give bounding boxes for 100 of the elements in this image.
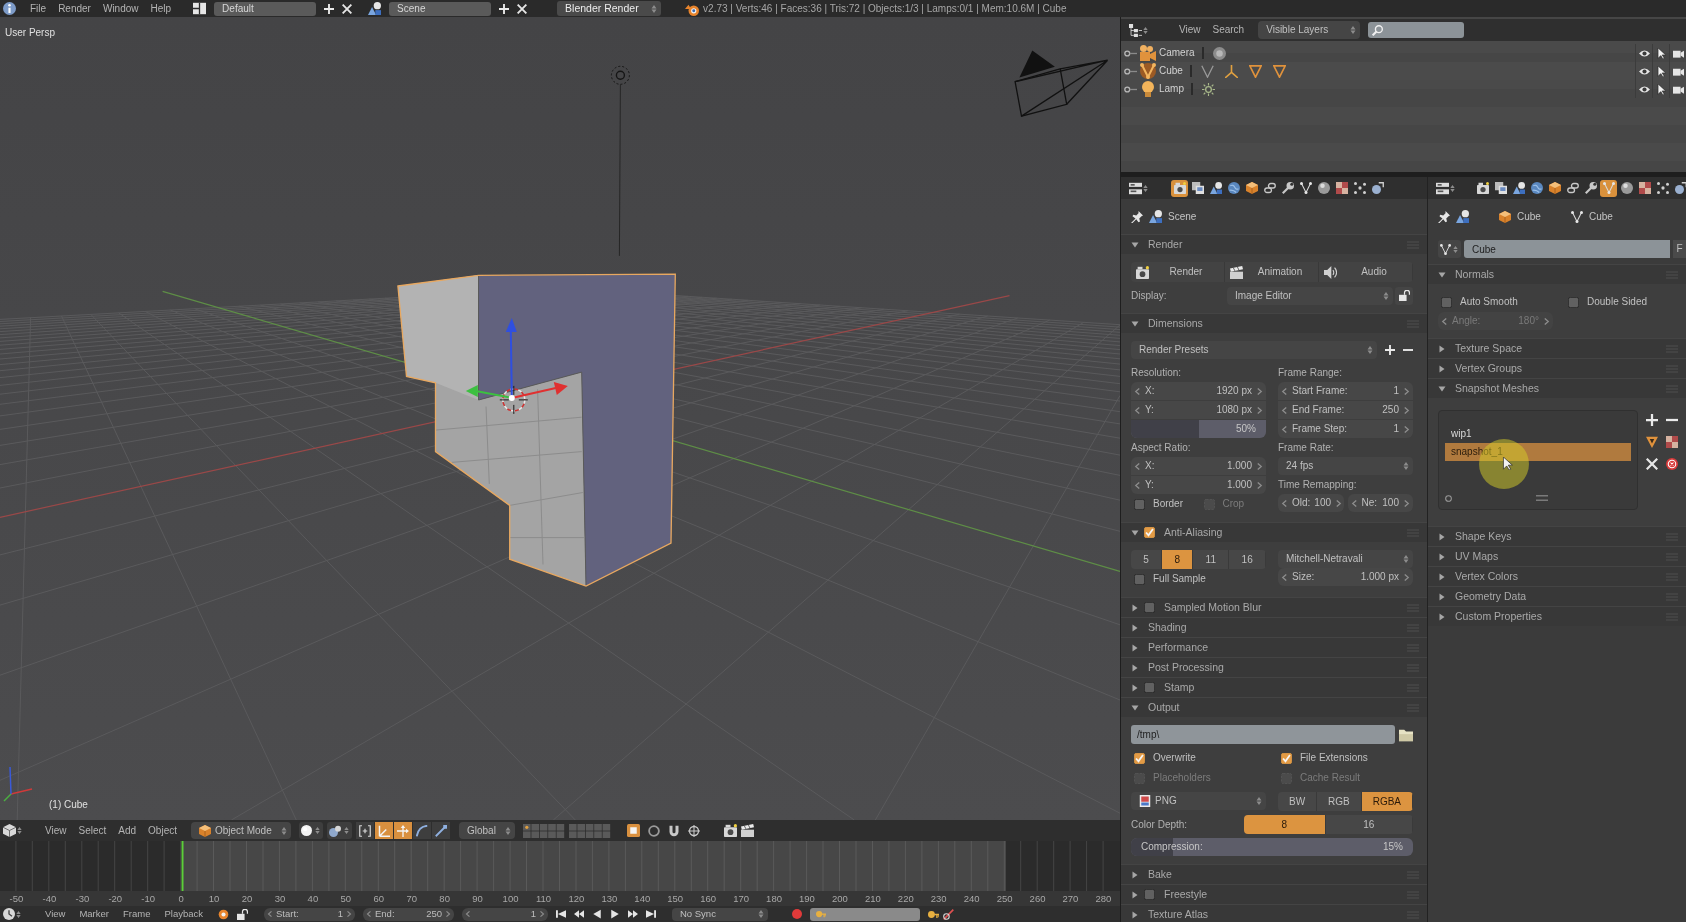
eye-icon[interactable] bbox=[1638, 83, 1650, 95]
sync-dropdown[interactable]: No Sync bbox=[672, 907, 768, 921]
shapes-icon[interactable] bbox=[368, 2, 382, 15]
toggle-button[interactable] bbox=[394, 822, 413, 839]
plus-icon[interactable] bbox=[1385, 345, 1395, 355]
number-field[interactable]: Start Frame: 1 bbox=[1278, 382, 1413, 400]
properties-tab[interactable] bbox=[1582, 179, 1599, 197]
updown-arrows-icon[interactable] bbox=[1449, 184, 1456, 192]
render-button[interactable]: Animation bbox=[1225, 262, 1319, 282]
menu-item[interactable]: Help bbox=[144, 2, 178, 15]
record-icon[interactable] bbox=[792, 909, 802, 919]
menu-item[interactable]: View bbox=[38, 908, 73, 920]
properties-tab[interactable] bbox=[1492, 179, 1509, 197]
dropdown[interactable]: Image Editor bbox=[1227, 286, 1393, 305]
lens-icon[interactable] bbox=[1212, 46, 1226, 60]
layout-name-field[interactable]: Default bbox=[214, 1, 317, 16]
circle-icon[interactable] bbox=[1445, 494, 1452, 502]
current-frame-field[interactable]: 1 bbox=[462, 907, 548, 921]
checkbox-label[interactable]: Auto Smooth bbox=[1460, 296, 1518, 308]
toggle-option[interactable]: 5 bbox=[1131, 550, 1163, 569]
toggle-button[interactable] bbox=[375, 822, 394, 839]
mesh-object[interactable] bbox=[397, 273, 676, 587]
properties-tab[interactable] bbox=[1351, 179, 1368, 197]
plus-icon[interactable] bbox=[499, 3, 510, 14]
orientation-dropdown[interactable]: Global bbox=[459, 822, 515, 839]
menu-item[interactable]: Add bbox=[112, 824, 143, 837]
plus-icon[interactable] bbox=[1646, 414, 1658, 426]
close-icon[interactable] bbox=[342, 3, 353, 14]
number-field[interactable]: X: 1920 px bbox=[1131, 382, 1266, 400]
dropdown[interactable]: 24 fps bbox=[1278, 457, 1413, 475]
toggle-option[interactable]: RGB bbox=[1317, 792, 1362, 811]
render-engine-dropdown[interactable]: Blender Render bbox=[557, 1, 662, 16]
updown-arrows-icon[interactable] bbox=[15, 910, 22, 918]
eye-icon[interactable] bbox=[1638, 65, 1650, 77]
properties-tab[interactable] bbox=[1171, 179, 1188, 197]
panel-header[interactable]: Texture Atlas bbox=[1121, 904, 1427, 922]
checkbox-label[interactable]: Border bbox=[1153, 498, 1183, 510]
context-name[interactable]: Cube bbox=[1517, 210, 1541, 223]
number-field[interactable]: Y: 1.000 bbox=[1131, 476, 1266, 494]
toggle-button[interactable] bbox=[413, 822, 432, 839]
number-field[interactable]: End Frame: 250 bbox=[1278, 401, 1413, 419]
updown-arrows-icon[interactable] bbox=[1142, 26, 1149, 34]
properties-tab[interactable] bbox=[1528, 179, 1545, 197]
list-item[interactable]: wip1 bbox=[1445, 425, 1631, 443]
keying-set-field[interactable] bbox=[810, 907, 920, 921]
checkbox[interactable] bbox=[1144, 889, 1155, 900]
menu-item[interactable]: Search bbox=[1206, 24, 1251, 36]
checkbox[interactable] bbox=[1144, 682, 1155, 693]
eye-icon[interactable] bbox=[1638, 47, 1650, 59]
resize-grip-icon[interactable] bbox=[1535, 492, 1548, 504]
menu-item[interactable]: Select bbox=[72, 824, 113, 837]
3d-viewport[interactable]: User Persp (1) Cube bbox=[0, 17, 1120, 820]
checkbox-label[interactable]: File Extensions bbox=[1300, 752, 1368, 764]
slider-field[interactable]: Compression: 15% bbox=[1131, 838, 1413, 856]
properties-editor-icon[interactable] bbox=[1436, 181, 1449, 195]
checkbox[interactable] bbox=[1134, 498, 1145, 510]
skip-end-icon[interactable] bbox=[646, 909, 656, 919]
pivot-dropdown[interactable] bbox=[327, 822, 352, 839]
play-reverse-icon[interactable] bbox=[592, 909, 602, 919]
number-field[interactable]: Y: 1080 px bbox=[1131, 401, 1266, 419]
mode-dropdown[interactable]: Object Mode bbox=[191, 822, 291, 839]
magnet-icon[interactable] bbox=[668, 824, 680, 837]
toggle-option[interactable]: 16 bbox=[1229, 550, 1266, 569]
close-icon[interactable] bbox=[517, 3, 528, 14]
pin-icon[interactable] bbox=[1131, 210, 1143, 223]
crosshair-icon[interactable] bbox=[688, 824, 700, 837]
checkbox[interactable] bbox=[1134, 752, 1145, 764]
vertices-icon[interactable] bbox=[1200, 64, 1214, 78]
sun-icon[interactable] bbox=[1202, 82, 1215, 96]
properties-tab[interactable] bbox=[1225, 179, 1242, 197]
properties-tab[interactable] bbox=[1333, 179, 1350, 197]
properties-tab[interactable] bbox=[1279, 179, 1296, 197]
dropdown[interactable]: Mitchell-Netravali bbox=[1278, 550, 1413, 568]
play-icon[interactable] bbox=[610, 909, 620, 919]
mesh-name-field[interactable]: Cube bbox=[1464, 240, 1670, 258]
triangle-icon[interactable] bbox=[1272, 64, 1286, 78]
camera-icon[interactable] bbox=[1140, 45, 1156, 61]
end-frame-field[interactable]: End: 250 bbox=[363, 907, 454, 921]
number-field[interactable]: X: 1.000 bbox=[1131, 457, 1266, 475]
properties-tab[interactable] bbox=[1546, 179, 1563, 197]
menu-item[interactable]: Object bbox=[142, 824, 183, 837]
search-field[interactable] bbox=[1368, 22, 1465, 38]
file-format-dropdown[interactable]: PNG bbox=[1131, 792, 1266, 810]
plus-icon[interactable] bbox=[324, 3, 335, 14]
properties-tab[interactable] bbox=[1474, 179, 1491, 197]
properties-tab[interactable] bbox=[1636, 179, 1653, 197]
camera-icon[interactable] bbox=[724, 824, 737, 837]
filter-dropdown[interactable]: Visible Layers bbox=[1258, 21, 1361, 39]
scene-name-field[interactable]: Scene bbox=[389, 1, 492, 16]
transform-gizmo[interactable] bbox=[465, 317, 568, 401]
checkbox[interactable] bbox=[1441, 296, 1452, 308]
slider-field[interactable]: 50% bbox=[1131, 420, 1266, 438]
pin-icon[interactable] bbox=[1438, 210, 1450, 223]
checkbox[interactable] bbox=[1144, 527, 1155, 538]
updown-arrows-icon[interactable] bbox=[1142, 184, 1149, 192]
pointer-icon[interactable] bbox=[1655, 47, 1667, 59]
pointer-icon[interactable] bbox=[1655, 65, 1667, 77]
checker-icon[interactable] bbox=[1666, 436, 1678, 448]
checkbox[interactable] bbox=[1134, 573, 1145, 585]
object-name[interactable]: Lamp bbox=[1159, 83, 1184, 95]
